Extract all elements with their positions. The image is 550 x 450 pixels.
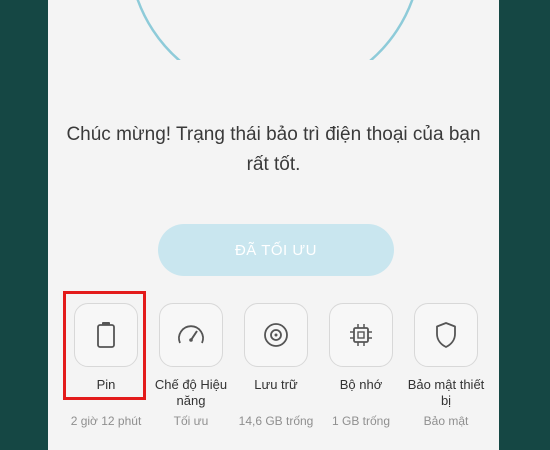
highlight-frame [63,291,146,400]
feature-performance[interactable]: Chế độ Hiệu năng Tối ưu [149,303,233,429]
feature-security-tile[interactable] [414,303,478,367]
status-message-line1: Chúc mừng! Trạng thái bảo trì điện thoại… [66,124,481,145]
feature-security-label: Bảo mật thiết bị [407,377,485,408]
score-ring [136,0,414,60]
storage-disc-icon [264,323,288,347]
feature-storage-status: 14,6 GB trống [238,414,314,428]
optimize-button[interactable]: ĐÃ TỐI ƯU [158,224,394,276]
feature-memory-label: Bộ nhớ [339,377,383,392]
shield-icon [436,322,456,348]
feature-performance-status: Tối ưu [173,414,209,428]
status-message-line2: rất tốt. [246,154,301,175]
feature-security-status: Bảo mật [423,414,469,428]
feature-performance-label: Chế độ Hiệu năng [154,377,228,408]
feature-performance-tile[interactable] [159,303,223,367]
feature-memory-tile[interactable] [329,303,393,367]
status-message: Chúc mừng! Trạng thái bảo trì điện thoại… [48,120,499,180]
feature-memory[interactable]: Bộ nhớ 1 GB trống [319,303,403,429]
feature-storage-label: Lưu trữ [254,377,298,392]
feature-storage-tile[interactable] [244,303,308,367]
speedometer-icon [178,325,204,344]
feature-memory-status: 1 GB trống [331,414,391,428]
feature-battery-status: 2 giờ 12 phút [70,414,142,428]
feature-storage[interactable]: Lưu trữ 14,6 GB trống [234,303,318,429]
memory-chip-icon [350,324,372,346]
feature-security[interactable]: Bảo mật thiết bị Bảo mật [404,303,488,429]
